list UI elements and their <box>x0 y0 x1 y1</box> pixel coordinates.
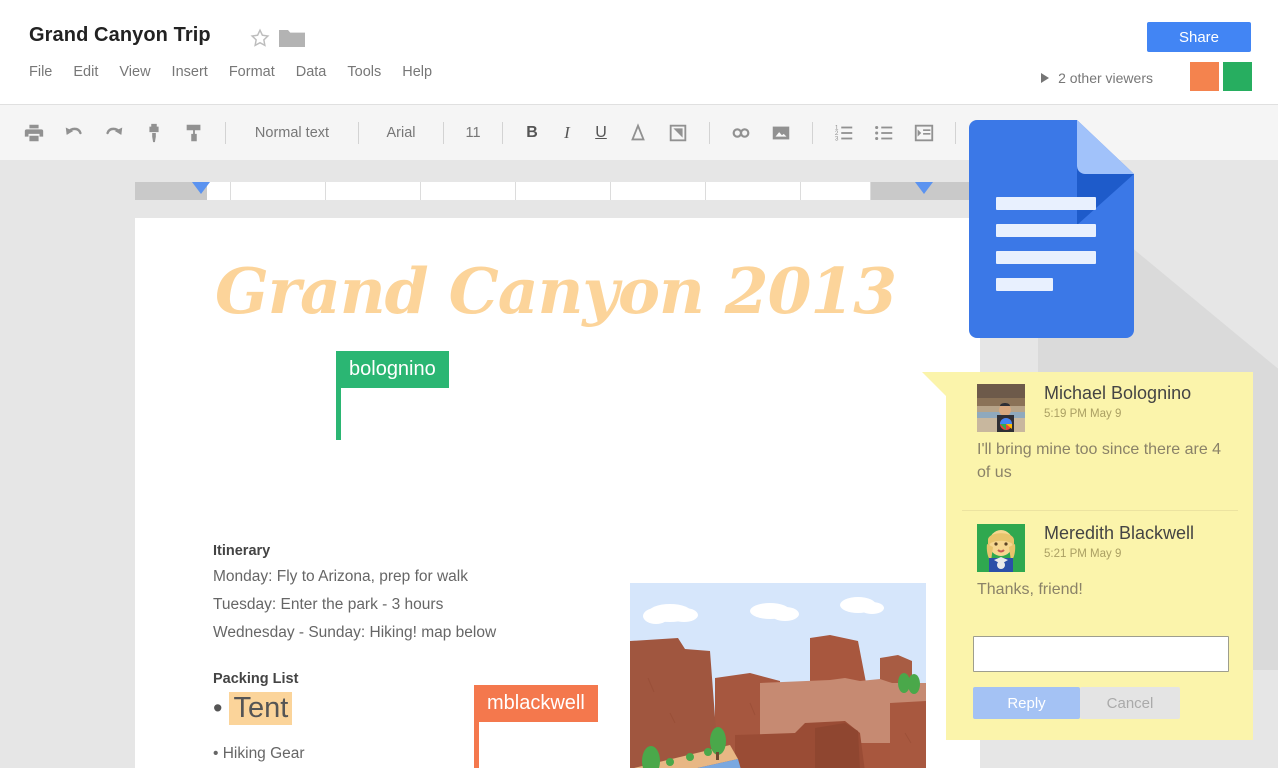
collaborator-flag-label: bolognino <box>336 351 449 388</box>
star-icon[interactable] <box>249 27 271 49</box>
toolbar-separator <box>502 122 503 144</box>
toolbar-separator <box>709 122 710 144</box>
collaborator-flag-label: mblackwell <box>474 685 598 722</box>
ruler-tick <box>610 182 611 200</box>
comment-reply-input[interactable] <box>973 636 1229 672</box>
document-page[interactable]: Grand Canyon 2013 Itinerary Monday: Fly … <box>135 218 980 768</box>
packing-item: • Hiking Gear <box>213 745 305 763</box>
font-size-select[interactable]: 11 <box>455 125 491 141</box>
redo-icon[interactable] <box>103 122 125 144</box>
toolbar-separator <box>225 122 226 144</box>
comment-text: Thanks, friend! <box>977 578 1227 601</box>
print-icon[interactable] <box>23 122 45 144</box>
expand-triangle-icon <box>1041 73 1049 83</box>
itinerary-line-2: Tuesday: Enter the park - 3 hours <box>213 596 443 614</box>
ruler-tick <box>705 182 706 200</box>
collaborator-caret <box>474 722 479 768</box>
document-heading: Grand Canyon 2013 <box>215 254 896 328</box>
link-icon[interactable] <box>730 122 752 144</box>
packing-heading: Packing List <box>213 671 298 687</box>
paint-roller-icon[interactable] <box>183 122 205 144</box>
numbered-list-icon[interactable]: 123 <box>833 122 855 144</box>
menu-item-view[interactable]: View <box>119 64 150 80</box>
ruler-tick <box>870 182 871 200</box>
comment-timestamp: 5:19 PM May 9 <box>1044 408 1121 420</box>
toolbar-separator <box>955 122 956 144</box>
menu-item-edit[interactable]: Edit <box>73 64 98 80</box>
svg-text:3: 3 <box>835 135 839 142</box>
app-header: Grand Canyon Trip File Edit View Insert … <box>0 0 1278 104</box>
cancel-button[interactable]: Cancel <box>1080 687 1180 719</box>
packing-item-label: Hiking Gear <box>223 745 305 762</box>
right-indent-marker[interactable] <box>915 182 933 194</box>
comment-author: Michael Bolognino <box>1044 383 1191 404</box>
paragraph-style-select[interactable]: Normal text <box>237 125 347 141</box>
comment-author: Meredith Blackwell <box>1044 523 1194 544</box>
menu-bar: File Edit View Insert Format Data Tools … <box>29 62 453 82</box>
comment-timestamp: 5:21 PM May 9 <box>1044 548 1121 560</box>
comment-thread-box[interactable]: Michael Bolognino 5:19 PM May 9 I'll bri… <box>946 372 1253 740</box>
highlight-color-icon[interactable] <box>667 122 689 144</box>
collaborator-caret <box>336 388 341 440</box>
google-docs-window: Grand Canyon Trip File Edit View Insert … <box>0 0 1278 768</box>
menu-item-format[interactable]: Format <box>229 64 275 80</box>
bold-button[interactable]: B <box>521 124 543 142</box>
michael-bolognino-avatar <box>977 384 1025 432</box>
insert-image-icon[interactable] <box>770 122 792 144</box>
reply-button[interactable]: Reply <box>973 687 1080 719</box>
bullet-icon: • <box>213 695 222 722</box>
meredith-blackwell-avatar <box>977 524 1025 572</box>
presence-avatar-green[interactable] <box>1223 62 1252 91</box>
ruler-tick <box>515 182 516 200</box>
text-color-icon[interactable] <box>627 122 649 144</box>
menu-item-insert[interactable]: Insert <box>172 64 208 80</box>
canyon-illustration-svg <box>630 583 926 768</box>
toolbar-separator <box>358 122 359 144</box>
indent-icon[interactable] <box>913 122 935 144</box>
ruler-tick <box>230 182 231 200</box>
itinerary-line-1: Monday: Fly to Arizona, prep for walk <box>213 568 468 586</box>
menu-item-help[interactable]: Help <box>402 64 432 80</box>
document-title[interactable]: Grand Canyon Trip <box>29 24 211 47</box>
presence-avatar-orange[interactable] <box>1190 62 1219 91</box>
menu-item-file[interactable]: File <box>29 64 52 80</box>
left-indent-marker[interactable] <box>192 182 210 194</box>
paint-format-icon[interactable] <box>143 122 165 144</box>
presence-avatars <box>1190 62 1252 91</box>
comment-box-pointer <box>922 372 946 396</box>
undo-icon[interactable] <box>63 122 85 144</box>
ruler-tick <box>800 182 801 200</box>
other-viewers-indicator[interactable]: 2 other viewers <box>1041 70 1153 86</box>
menu-item-data[interactable]: Data <box>296 64 327 80</box>
google-docs-logo-icon <box>959 120 1134 338</box>
packing-item-tent: • Tent <box>213 692 292 725</box>
menu-item-tools[interactable]: Tools <box>347 64 381 80</box>
folder-icon[interactable] <box>279 28 305 48</box>
horizontal-ruler[interactable] <box>135 182 980 200</box>
toolbar-separator <box>812 122 813 144</box>
share-button[interactable]: Share <box>1147 22 1251 52</box>
comment-divider <box>962 510 1238 511</box>
italic-button[interactable]: I <box>557 123 577 143</box>
ruler-tick <box>420 182 421 200</box>
comment-text: I'll bring mine too since there are 4 of… <box>977 438 1227 484</box>
other-viewers-label: 2 other viewers <box>1058 70 1153 86</box>
toolbar-separator <box>443 122 444 144</box>
itinerary-heading: Itinerary <box>213 543 270 559</box>
packing-item-tent-label: Tent <box>229 692 292 725</box>
grand-canyon-image[interactable] <box>630 583 926 768</box>
underline-button[interactable]: U <box>591 124 611 142</box>
itinerary-line-3: Wednesday - Sunday: Hiking! map below <box>213 624 496 642</box>
font-family-select[interactable]: Arial <box>370 125 432 141</box>
bulleted-list-icon[interactable] <box>873 122 895 144</box>
ruler-tick <box>325 182 326 200</box>
